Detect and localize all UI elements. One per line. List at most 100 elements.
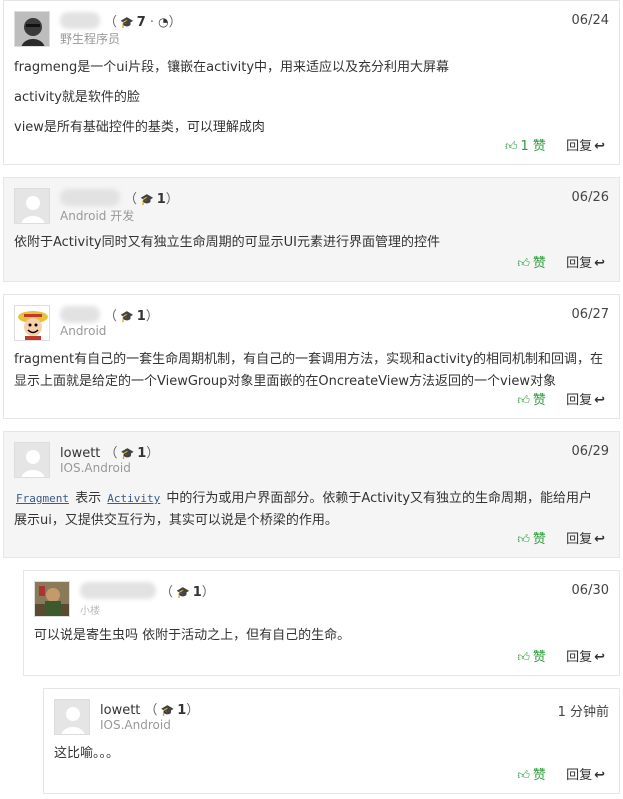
graduation-cap-icon: 🎓	[120, 310, 134, 323]
username[interactable]: lowett	[100, 703, 140, 718]
reply-button[interactable]: 回复 ↩	[566, 256, 605, 271]
comment-2: （🎓 1） Android 开发 06/26 依附于Activity同时又有独立生…	[3, 177, 620, 282]
username-line: （🎓 7 · ◔）	[60, 11, 182, 30]
avatar[interactable]	[54, 699, 90, 735]
comment-text: 中的行为或用户界面部分。依赖于Activity又有独立的生命周期，能给用户展示u…	[14, 491, 593, 528]
rank: 1	[192, 585, 202, 600]
reply-arrow-icon: ↩	[594, 532, 605, 547]
like-button[interactable]: 👍︎ 赞	[517, 532, 546, 547]
comment-paragraph: 这比喻。。。	[54, 746, 120, 761]
code-term: Activity	[107, 492, 161, 505]
thumbs-up-icon: 👍︎	[517, 393, 530, 407]
reply-arrow-icon: ↩	[594, 650, 605, 665]
reply-label: 回复	[566, 393, 593, 408]
rank: 1	[136, 309, 146, 324]
user-title: IOS.Android	[60, 461, 131, 475]
like-label: 赞	[532, 393, 546, 408]
avatar[interactable]	[14, 305, 50, 341]
comment-text: 表示	[75, 491, 102, 506]
weibo-icon[interactable]: ◔	[158, 15, 168, 29]
reply-button[interactable]: 回复 ↩	[566, 768, 605, 783]
graduation-cap-icon: 🎓	[120, 447, 135, 460]
like-count: 1	[520, 139, 529, 154]
thumbs-up-icon: 👍︎	[517, 650, 530, 664]
avatar[interactable]	[14, 11, 50, 47]
reply-arrow-icon: ↩	[594, 393, 605, 408]
comment-4: lowett （🎓 1） IOS.Android 06/29 Fragment 表…	[3, 431, 620, 558]
thumbs-up-icon: 👍︎	[517, 532, 530, 546]
rank: 1	[137, 446, 147, 461]
username-line: lowett （🎓 1）	[60, 446, 160, 461]
avatar[interactable]	[14, 188, 50, 224]
like-button[interactable]: 👍︎ 1 赞	[505, 139, 546, 154]
comment-body: fragmeng是一个ui片段，镶嵌在activity中，用来适应以及充分利用大…	[14, 57, 609, 147]
reply-label: 回复	[566, 768, 593, 783]
graduation-cap-icon: 🎓	[140, 193, 154, 206]
comment-paragraph: Fragment 表示 Activity 中的行为或用户界面部分。依赖于Acti…	[14, 488, 605, 532]
thumbs-up-icon: 👍︎	[504, 139, 518, 153]
thumbs-up-icon: 👍︎	[517, 256, 530, 270]
username-line: （🎓 1）	[80, 581, 215, 600]
comment-actions: 👍︎ 赞 回复 ↩	[517, 389, 605, 408]
graduation-cap-icon: 🎓	[160, 704, 175, 717]
reply-arrow-icon: ↩	[594, 256, 605, 271]
user-title: Android 开发	[60, 209, 135, 223]
comment-date: 06/29	[571, 444, 609, 459]
avatar[interactable]	[14, 442, 50, 478]
username[interactable]: lowett	[60, 446, 100, 461]
rank: 1	[156, 192, 166, 207]
username-line: （🎓 1）	[60, 305, 159, 324]
like-label: 赞	[532, 650, 546, 665]
username-line: lowett （🎓 1）	[100, 703, 200, 718]
comment-paragraph: 依附于Activity同时又有独立生命周期的可显示UI元素进行界面管理的控件	[14, 235, 440, 250]
comment-3: （🎓 1） Android 06/27 fragment有自己的一套生命周期机制，…	[3, 294, 620, 419]
code-term: Fragment	[16, 492, 69, 505]
comment-date: 1 分钟前	[557, 705, 609, 720]
comment-actions: 👍︎ 赞 回复 ↩	[517, 646, 605, 665]
thumbs-up-icon: 👍︎	[517, 768, 530, 782]
comment-paragraph: fragment有自己的一套生命周期机制，有自己的一套调用方法，实现和activ…	[14, 352, 604, 389]
comment-actions: 👍︎ 赞 回复 ↩	[517, 528, 605, 547]
comment-paragraph: 可以说是寄生虫吗 依附于活动之上，但有自己的生命。	[34, 628, 351, 643]
comment-actions: 👍︎ 1 赞 回复 ↩	[505, 135, 605, 154]
comment-5: （🎓 1） 小楼 06/30 可以说是寄生虫吗 依附于活动之上，但有自己的生命。 …	[23, 570, 620, 676]
user-title: Android	[60, 324, 107, 338]
comment-paragraph: activity就是软件的脸	[14, 90, 140, 105]
like-button[interactable]: 👍︎ 赞	[517, 393, 546, 408]
user-title: 野生程序员	[60, 32, 121, 46]
username[interactable]	[60, 12, 100, 29]
like-button[interactable]: 👍︎ 赞	[517, 256, 546, 271]
reply-button[interactable]: 回复 ↩	[566, 393, 605, 408]
comment-date: 06/26	[571, 190, 609, 205]
like-button[interactable]: 👍︎ 赞	[517, 768, 546, 783]
reply-label: 回复	[566, 139, 593, 154]
reply-label: 回复	[566, 650, 593, 665]
like-button[interactable]: 👍︎ 赞	[517, 650, 546, 665]
like-label: 赞	[532, 532, 546, 547]
rank: 1	[177, 703, 187, 718]
user-title: IOS.Android	[100, 718, 171, 732]
reply-button[interactable]: 回复 ↩	[566, 532, 605, 547]
comment-1: （🎓 7 · ◔） 野生程序员 06/24 fragmeng是一个ui片段，镶嵌在…	[3, 0, 620, 165]
comment-6: lowett （🎓 1） IOS.Android 1 分钟前 这比喻。。。 👍︎ 赞…	[43, 688, 620, 794]
comment-date: 06/24	[571, 13, 609, 28]
username[interactable]	[60, 306, 100, 323]
comment-actions: 👍︎ 赞 回复 ↩	[517, 764, 605, 783]
like-label: 赞	[532, 256, 546, 271]
comment-date: 06/27	[571, 307, 609, 322]
comment-actions: 👍︎ 赞 回复 ↩	[517, 252, 605, 271]
reply-label: 回复	[566, 256, 593, 271]
avatar[interactable]	[34, 581, 70, 617]
reply-arrow-icon: ↩	[594, 768, 605, 783]
rank: 7	[136, 15, 146, 30]
graduation-cap-icon: 🎓	[176, 586, 190, 599]
username[interactable]	[60, 189, 120, 206]
username[interactable]	[80, 582, 156, 599]
username-line: （🎓 1）	[60, 188, 179, 207]
reply-arrow-icon: ↩	[594, 139, 605, 154]
comment-date: 06/30	[571, 583, 609, 598]
reply-button[interactable]: 回复 ↩	[566, 139, 605, 154]
comment-paragraph: fragmeng是一个ui片段，镶嵌在activity中，用来适应以及充分利用大…	[14, 60, 450, 75]
reply-button[interactable]: 回复 ↩	[566, 650, 605, 665]
user-title: 小楼	[80, 606, 100, 617]
